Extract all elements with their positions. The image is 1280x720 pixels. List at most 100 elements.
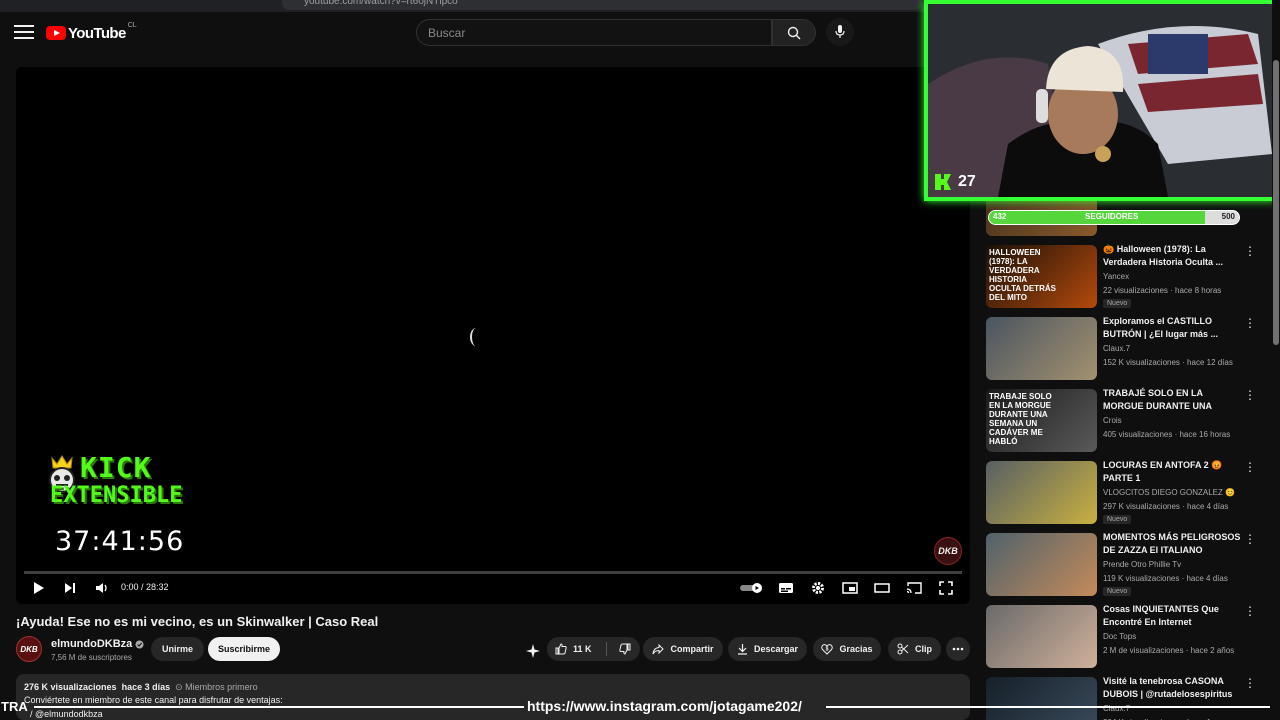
download-button[interactable]: Descargar — [728, 637, 807, 661]
sidebar-scrollbar[interactable] — [1272, 0, 1280, 720]
dislike-icon[interactable] — [618, 643, 631, 655]
kick-viewer-count: 27 — [934, 173, 976, 191]
share-button[interactable]: Compartir — [643, 637, 723, 661]
video-player[interactable] — [16, 67, 970, 604]
logo-text: YouTube — [68, 24, 126, 42]
recommended-video[interactable]: 34:49 Exploramos el CASTILLO BUTRÓN | ¿E… — [986, 315, 1272, 381]
description-stats: 276 K visualizaciones hace 3 días ⊙ Miem… — [24, 682, 258, 693]
new-badge: Nuevo — [1103, 515, 1132, 524]
recommended-channel[interactable]: Claux.7 — [1103, 344, 1130, 353]
followers-current: 432 — [993, 212, 1007, 221]
kick-subtitle: EXTENSIBLE — [50, 483, 183, 508]
channel-watermark[interactable]: DKB — [934, 537, 962, 565]
progress-bar[interactable] — [24, 571, 962, 574]
clip-button[interactable]: Clip — [888, 637, 941, 661]
thumbnail-caption: HALLOWEEN (1978): LA VERDADERA HISTORIA … — [989, 248, 1056, 302]
recommended-channel[interactable]: Crois — [1103, 416, 1122, 425]
more-vertical-icon[interactable]: ⋮ — [1244, 532, 1256, 546]
more-horizontal-icon — [952, 647, 964, 651]
subscribe-button[interactable]: Suscribirme — [208, 637, 280, 661]
thumbnail-caption: TRABAJE SOLO EN LA MORGUE DURANTE UNA SE… — [989, 392, 1052, 446]
banner-line-left — [34, 706, 524, 708]
join-button[interactable]: Unirme — [151, 637, 204, 661]
scissors-icon — [897, 643, 909, 655]
browser-url-bar[interactable]: youtube.com/watch?v=rt6ojNTlpco — [282, 0, 922, 10]
recommended-title[interactable]: MOMENTOS MÁS PELIGROSOS DE ZAZZA El ITAL… — [1103, 531, 1243, 557]
recommended-title[interactable]: TRABAJÉ SOLO EN LA MORGUE DURANTE UNA SE… — [1103, 387, 1243, 413]
autoplay-toggle[interactable] — [738, 578, 766, 598]
recommended-channel[interactable]: VLOGCITOS DIEGO GONZALEZ 😊 — [1103, 488, 1235, 497]
cast-icon — [906, 582, 922, 594]
next-button[interactable] — [61, 578, 79, 598]
download-icon — [737, 644, 747, 655]
like-count[interactable]: 11 K — [573, 644, 592, 654]
more-actions-button[interactable] — [946, 637, 970, 661]
video-thumbnail[interactable]: TRABAJE SOLO EN LA MORGUE DURANTE UNA SE… — [986, 389, 1097, 452]
search-box — [416, 19, 772, 46]
theater-mode-button[interactable] — [873, 578, 891, 598]
recommended-title[interactable]: LOCURAS EN ANTOFA 2 😡 PARTE 1 — [1103, 459, 1243, 485]
more-vertical-icon[interactable]: ⋮ — [1244, 676, 1256, 690]
video-thumbnail[interactable]: HALLOWEEN (1978): LA VERDADERA HISTORIA … — [986, 245, 1097, 308]
recommended-video[interactable]: 20:44 MOMENTOS MÁS PELIGROSOS DE ZAZZA E… — [986, 531, 1272, 597]
more-vertical-icon[interactable]: ⋮ — [1244, 604, 1256, 618]
subathon-timer: 37:41:56 — [55, 526, 185, 557]
video-thumbnail[interactable]: 50:22 — [986, 461, 1097, 524]
miniplayer-button[interactable] — [841, 578, 859, 598]
volume-button[interactable] — [93, 578, 111, 598]
more-vertical-icon[interactable]: ⋮ — [1244, 388, 1256, 402]
streamer-camera-image — [928, 4, 1272, 197]
channel-name-link[interactable]: elmundoDKBza — [51, 638, 144, 650]
like-icon[interactable] — [555, 643, 567, 655]
fullscreen-button[interactable] — [937, 578, 955, 598]
voice-search-button[interactable] — [826, 18, 854, 46]
video-thumbnail[interactable]: 34:49 — [986, 317, 1097, 380]
search-button[interactable] — [772, 19, 816, 46]
instagram-overlay-banner: TRA https://www.instagram.com/jotagame20… — [0, 697, 1280, 717]
subtitles-button[interactable] — [777, 578, 795, 598]
recommended-channel[interactable]: Yancex — [1103, 272, 1129, 281]
youtube-play-icon — [46, 26, 66, 40]
followers-goal-bar: 432 SEGUIDORES 500 — [988, 210, 1240, 225]
recommended-channel[interactable]: Prende Otro Phillie Tv — [1103, 560, 1181, 569]
more-vertical-icon[interactable]: ⋮ — [1244, 460, 1256, 474]
volume-icon — [96, 583, 107, 593]
thanks-heart-icon: $ — [821, 644, 834, 655]
video-thumbnail[interactable]: 20:44 — [986, 533, 1097, 596]
microphone-icon — [835, 25, 845, 38]
channel-avatar[interactable]: DKB — [16, 636, 42, 662]
recommended-video[interactable]: TRABAJE SOLO EN LA MORGUE DURANTE UNA SE… — [986, 387, 1272, 453]
instagram-url: https://www.instagram.com/jotagame202/ — [527, 698, 802, 714]
menu-icon[interactable] — [14, 25, 34, 39]
search-input[interactable] — [417, 20, 771, 45]
sparkle-ask-button[interactable] — [524, 642, 542, 660]
cast-button[interactable] — [905, 578, 923, 598]
svg-text:$: $ — [826, 647, 829, 653]
overlay-left-text: TRA — [1, 699, 28, 714]
more-vertical-icon[interactable]: ⋮ — [1244, 316, 1256, 330]
banner-line-right — [826, 706, 1270, 708]
thanks-button[interactable]: $ Gracias — [813, 637, 881, 661]
scrollbar-thumb[interactable] — [1273, 60, 1279, 345]
recommended-video[interactable]: 17:13 Cosas INQUIETANTES Que Encontré En… — [986, 603, 1272, 669]
members-first: ⊙ Miembros primero — [175, 682, 258, 692]
play-button[interactable] — [30, 578, 48, 598]
theater-icon — [874, 583, 890, 593]
recommended-title[interactable]: 🎃 Halloween (1978): La Verdadera Histori… — [1103, 243, 1243, 269]
youtube-logo[interactable]: YouTube CL — [46, 22, 137, 42]
video-thumbnail[interactable]: 17:13 — [986, 605, 1097, 668]
recommended-title[interactable]: Exploramos el CASTILLO BUTRÓN | ¿El luga… — [1103, 315, 1243, 341]
recommended-channel[interactable]: Doc Tops — [1103, 632, 1136, 641]
upload-date: hace 3 días — [121, 682, 171, 692]
view-count: 276 K visualizaciones — [24, 682, 117, 692]
settings-button[interactable] — [809, 578, 827, 598]
verified-icon — [135, 640, 144, 648]
recommended-video[interactable]: HALLOWEEN (1978): LA VERDADERA HISTORIA … — [986, 243, 1272, 309]
webcam-overlay: 27 — [924, 0, 1276, 201]
recommended-video[interactable]: 50:22 LOCURAS EN ANTOFA 2 😡 PARTE 1 VLOG… — [986, 459, 1272, 525]
members-first-label: Miembros primero — [185, 682, 258, 692]
recommended-title[interactable]: Cosas INQUIETANTES Que Encontré En Inter… — [1103, 603, 1243, 629]
share-icon — [652, 643, 665, 654]
channel-name: elmundoDKBza — [51, 638, 133, 650]
more-vertical-icon[interactable]: ⋮ — [1244, 244, 1256, 258]
